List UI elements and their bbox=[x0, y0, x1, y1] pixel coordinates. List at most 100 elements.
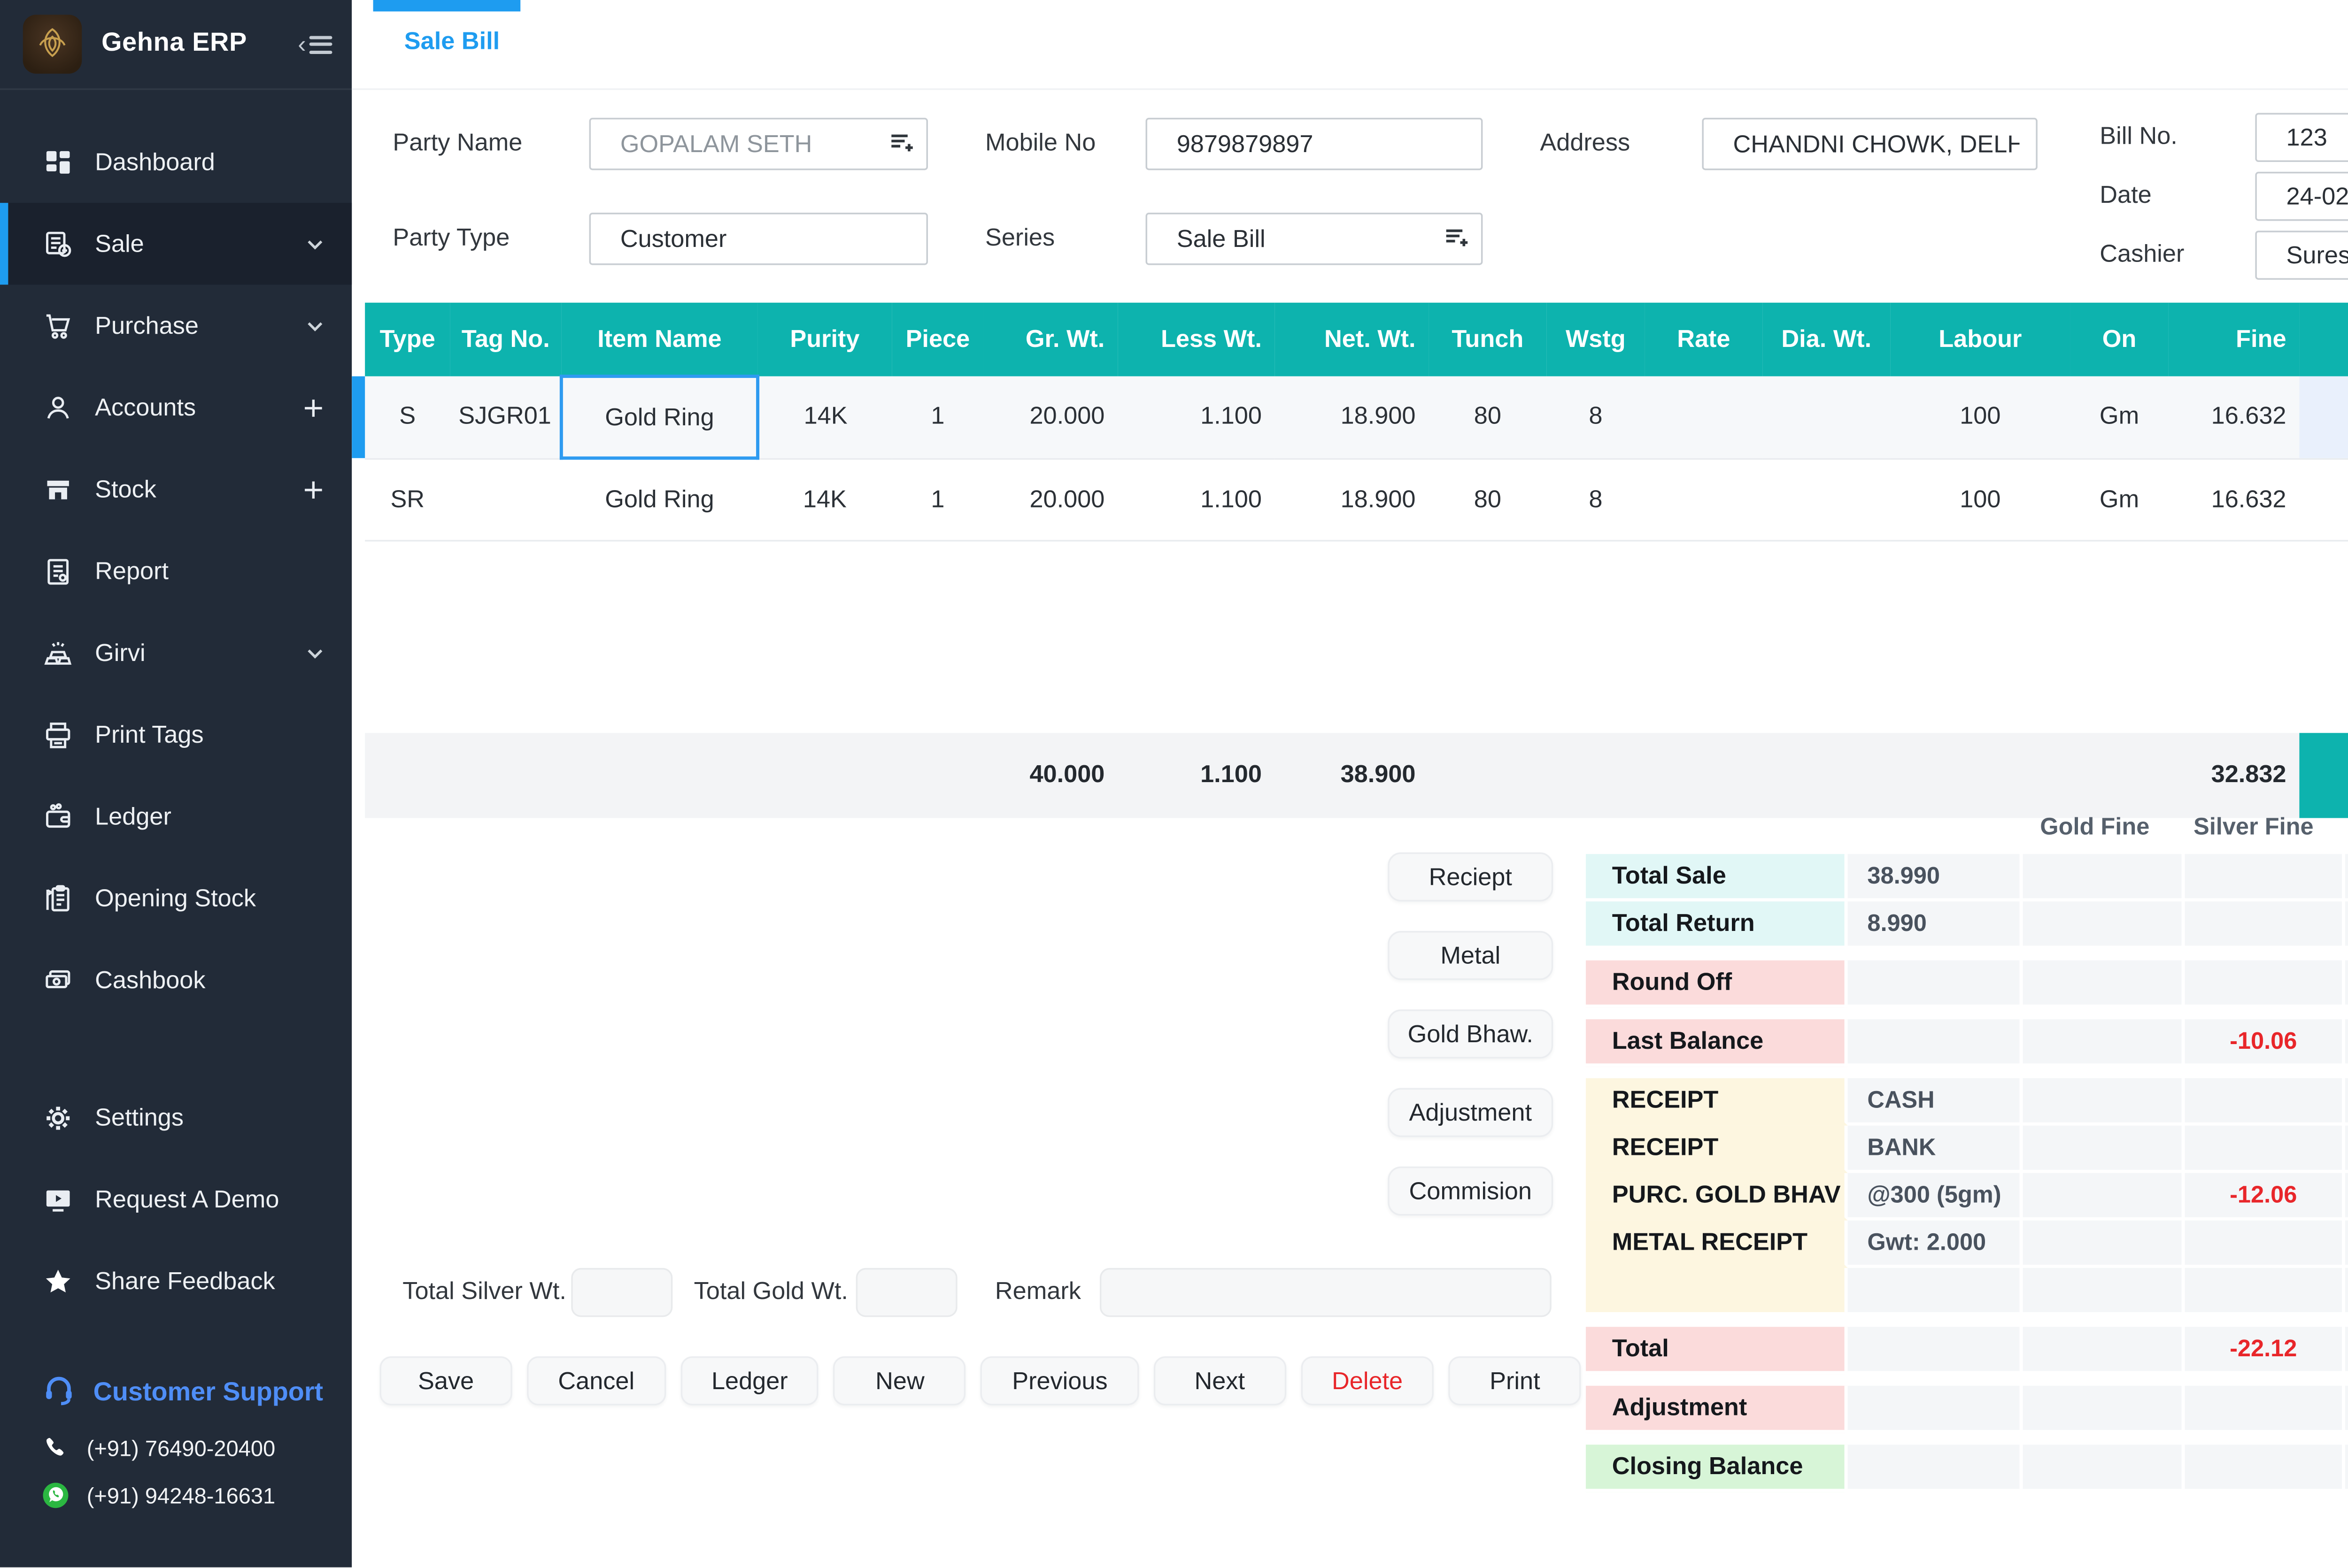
cashier-input[interactable] bbox=[2255, 231, 2348, 280]
sidebar-item-print-tags[interactable]: Print Tags bbox=[0, 694, 352, 776]
sidebar-item-label: Print Tags bbox=[95, 721, 325, 748]
new-button[interactable]: New bbox=[834, 1356, 966, 1406]
mobile-input[interactable] bbox=[1146, 118, 1483, 170]
items-table: TypeTag No.Item NamePurityPieceGr. Wt.Le… bbox=[365, 303, 2348, 817]
item-cell-item-name[interactable]: Gold Ring bbox=[561, 377, 757, 458]
item-cell-dia-wt[interactable] bbox=[1762, 458, 1890, 540]
series-label: Series bbox=[985, 226, 1055, 252]
total-silver-input[interactable] bbox=[571, 1268, 672, 1317]
sidebar-collapse-icon[interactable]: ‹ bbox=[298, 31, 332, 57]
commision-button[interactable]: Commision bbox=[1388, 1167, 1553, 1216]
summary-silver-fine bbox=[2185, 1445, 2345, 1492]
save-button[interactable]: Save bbox=[380, 1356, 512, 1406]
sidebar-item-sale[interactable]: Sale bbox=[0, 203, 352, 284]
item-cell-gr-wt[interactable]: 20.000 bbox=[983, 377, 1118, 458]
item-cell-total[interactable]: 1,04,000.20 bbox=[2299, 377, 2348, 458]
item-cell-piece[interactable]: 1 bbox=[892, 377, 983, 458]
date-label: Date bbox=[2100, 183, 2151, 209]
customer-support-link[interactable]: Customer Support bbox=[41, 1371, 352, 1415]
summary-gold-fine bbox=[2023, 1221, 2185, 1268]
bill-no-input[interactable] bbox=[2255, 113, 2348, 162]
address-input[interactable] bbox=[1702, 118, 2037, 170]
item-cell-piece[interactable]: 1 bbox=[892, 458, 983, 540]
item-cell-wstg[interactable]: 8 bbox=[1546, 458, 1645, 540]
support-whatsapp[interactable]: (+91) 94248-16631 bbox=[41, 1481, 352, 1510]
item-cell-purity[interactable]: 14K bbox=[758, 377, 892, 458]
remark-input[interactable] bbox=[1100, 1268, 1552, 1317]
item-cell-tag-no[interactable] bbox=[450, 458, 561, 540]
sidebar-item-dashboard[interactable]: Dashboard bbox=[0, 121, 352, 203]
adjustment-button[interactable]: Adjustment bbox=[1388, 1088, 1553, 1138]
metal-button[interactable]: Metal bbox=[1388, 931, 1553, 980]
delete-button[interactable]: Delete bbox=[1301, 1356, 1434, 1406]
item-cell-less-wt[interactable]: 1.100 bbox=[1118, 458, 1275, 540]
sidebar-secondary-nav: Settings Request A DemoShare Feedback bbox=[0, 1076, 352, 1322]
summary-amount: -1500.00 bbox=[2345, 1173, 2348, 1221]
previous-button[interactable]: Previous bbox=[981, 1356, 1139, 1406]
sidebar-item-settings[interactable]: Settings bbox=[0, 1076, 352, 1158]
summary-gap bbox=[1586, 1374, 2348, 1385]
summary-amount bbox=[2345, 1386, 2348, 1433]
item-cell-type[interactable]: SR bbox=[365, 458, 450, 540]
sidebar-item-opening-stock[interactable]: Opening Stock bbox=[0, 857, 352, 939]
support-phone[interactable]: (+91) 76490-20400 bbox=[41, 1435, 352, 1461]
item-cell-rate[interactable] bbox=[1645, 458, 1762, 540]
total-gold-input[interactable] bbox=[856, 1268, 958, 1317]
item-cell-labour[interactable]: 100 bbox=[1890, 377, 2070, 458]
sidebar-item-girvi[interactable]: Girvi bbox=[0, 612, 352, 693]
item-cell-fine[interactable]: 16.632 bbox=[2169, 458, 2300, 540]
date-input[interactable] bbox=[2255, 172, 2348, 221]
item-cell-gr-wt[interactable]: 20.000 bbox=[983, 458, 1118, 540]
totals-cell bbox=[450, 732, 561, 817]
item-cell-type[interactable]: S bbox=[365, 377, 450, 458]
summary-gold-fine bbox=[2023, 1019, 2185, 1067]
item-cell-on[interactable]: Gm bbox=[2070, 377, 2169, 458]
sidebar-item-share-feedback[interactable]: Share Feedback bbox=[0, 1240, 352, 1322]
summary-silver-fine: -22.12 bbox=[2185, 1327, 2345, 1374]
col-header-wstg: Wstg bbox=[1546, 303, 1645, 377]
sidebar-item-label: Stock bbox=[95, 475, 301, 503]
item-cell-tunch[interactable]: 80 bbox=[1429, 458, 1546, 540]
tab-sale-bill[interactable]: Sale Bill bbox=[373, 0, 521, 90]
ledger-button[interactable]: Ledger bbox=[680, 1356, 819, 1406]
item-cell-net-wt[interactable]: 18.900 bbox=[1275, 377, 1429, 458]
item-cell-tag-no[interactable]: SJGR01 bbox=[450, 377, 561, 458]
col-header-dia-wt: Dia. Wt. bbox=[1762, 303, 1890, 377]
cancel-button[interactable]: Cancel bbox=[527, 1356, 665, 1406]
item-cell-labour[interactable]: 100 bbox=[1890, 458, 2070, 540]
sidebar-item-ledger[interactable]: Ledger bbox=[0, 776, 352, 857]
item-cell-net-wt[interactable]: 18.900 bbox=[1275, 458, 1429, 540]
sidebar-item-request-a-demo[interactable]: Request A Demo bbox=[0, 1158, 352, 1240]
sidebar-item-cashbook[interactable]: Cashbook bbox=[0, 939, 352, 1021]
summary-desc bbox=[1848, 1445, 2023, 1492]
girvi-icon bbox=[41, 637, 74, 669]
sidebar-item-purchase[interactable]: Purchase bbox=[0, 284, 352, 366]
summary-gold-fine bbox=[2023, 1445, 2185, 1492]
item-cell-rate[interactable] bbox=[1645, 377, 1762, 458]
sidebar-item-stock[interactable]: Stock bbox=[0, 448, 352, 530]
totals-cell bbox=[365, 732, 450, 817]
next-button[interactable]: Next bbox=[1153, 1356, 1286, 1406]
print-button[interactable]: Print bbox=[1449, 1356, 1581, 1406]
reciept-button[interactable]: Reciept bbox=[1388, 853, 1553, 902]
chevron-down-icon bbox=[304, 233, 325, 254]
sidebar-item-report[interactable]: Report bbox=[0, 530, 352, 612]
item-cell-on[interactable]: Gm bbox=[2070, 458, 2169, 540]
item-cell-less-wt[interactable]: 1.100 bbox=[1118, 377, 1275, 458]
totals-cell bbox=[1762, 732, 1890, 817]
party-name-input[interactable] bbox=[589, 118, 928, 170]
gold-bhaw-button[interactable]: Gold Bhaw. bbox=[1388, 1009, 1553, 1059]
item-cell-wstg[interactable]: 8 bbox=[1546, 377, 1645, 458]
summary-gap bbox=[1586, 949, 2348, 960]
party-type-input[interactable] bbox=[589, 213, 928, 265]
series-input[interactable] bbox=[1146, 213, 1483, 265]
item-cell-purity[interactable]: 14K bbox=[758, 458, 892, 540]
item-cell-tunch[interactable]: 80 bbox=[1429, 377, 1546, 458]
item-cell-dia-wt[interactable] bbox=[1762, 377, 1890, 458]
sidebar-item-label: Settings bbox=[95, 1104, 325, 1131]
item-cell-total[interactable]: 4000.00 bbox=[2299, 458, 2348, 540]
totals-cell: 32.832 bbox=[2169, 732, 2300, 817]
item-cell-item-name[interactable]: Gold Ring bbox=[561, 458, 757, 540]
item-cell-fine[interactable]: 16.632 bbox=[2169, 377, 2300, 458]
sidebar-item-accounts[interactable]: Accounts bbox=[0, 367, 352, 448]
